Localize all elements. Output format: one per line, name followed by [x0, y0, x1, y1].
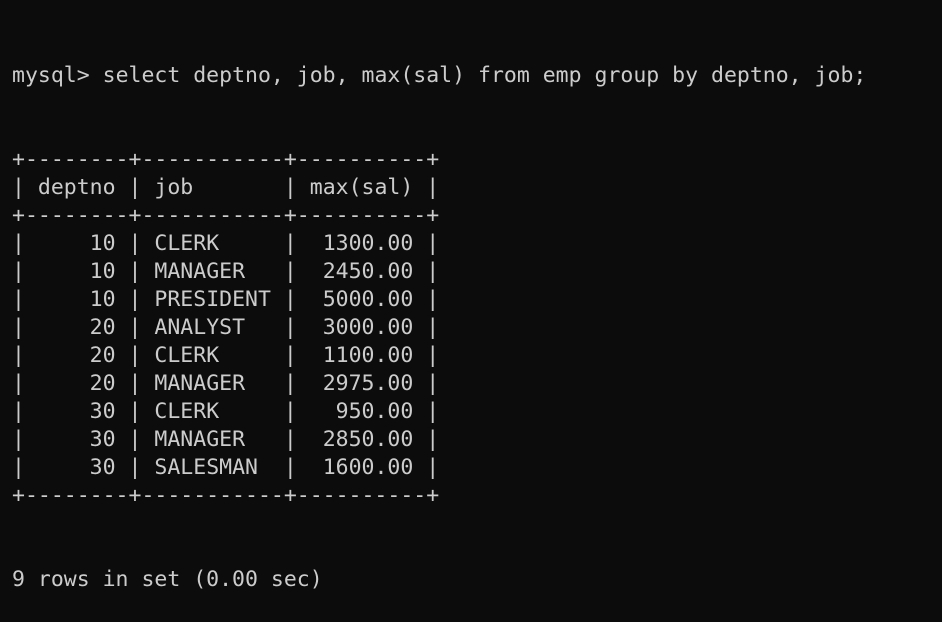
command-line: mysql> select deptno, job, max(sal) from…	[12, 62, 942, 90]
table-cell: 2850.00	[296, 427, 427, 452]
table-cell: CLERK	[141, 399, 284, 424]
terminal-window[interactable]: mysql> select deptno, job, max(sal) from…	[0, 0, 942, 592]
result-summary: 9 rows in set (0.00 sec)	[12, 567, 323, 592]
table-cell: MANAGER	[141, 259, 284, 284]
table-row: | 10 | CLERK | 1300.00 |	[12, 231, 440, 256]
table-cell: 20	[24, 371, 129, 396]
table-cell: ANALYST	[141, 315, 284, 340]
table-cell: MANAGER	[141, 427, 284, 452]
table-row: | 30 | SALESMAN | 1600.00 |	[12, 455, 440, 480]
table-row: | 10 | MANAGER | 2450.00 |	[12, 259, 440, 284]
table-cell: 30	[24, 399, 129, 424]
table-cell: 1600.00	[296, 455, 427, 480]
table-row: | 30 | MANAGER | 2850.00 |	[12, 427, 440, 452]
table-cell: SALESMAN	[141, 455, 284, 480]
column-header: max(sal)	[296, 175, 427, 200]
table-cell: 10	[24, 231, 129, 256]
table-row: | 10 | PRESIDENT | 5000.00 |	[12, 287, 440, 312]
table-border-bottom: +--------+-----------+----------+	[12, 483, 440, 508]
column-header: deptno	[24, 175, 129, 200]
header-row: | deptno | job | max(sal) |	[12, 175, 440, 200]
table-cell: 20	[24, 343, 129, 368]
table-border-top: +--------+-----------+----------+	[12, 147, 440, 172]
table-cell: 950.00	[296, 399, 427, 424]
table-cell: CLERK	[141, 343, 284, 368]
table-cell: 20	[24, 315, 129, 340]
prompt: mysql>	[12, 63, 90, 88]
result-table: +--------+-----------+----------+ | deptn…	[12, 146, 942, 510]
table-cell: MANAGER	[141, 371, 284, 396]
table-cell: 30	[24, 427, 129, 452]
table-cell: 1300.00	[296, 231, 427, 256]
table-row: | 30 | CLERK | 950.00 |	[12, 399, 440, 424]
column-header: job	[141, 175, 284, 200]
table-cell: 3000.00	[296, 315, 427, 340]
table-row: | 20 | CLERK | 1100.00 |	[12, 343, 440, 368]
table-cell: 1100.00	[296, 343, 427, 368]
table-row: | 20 | MANAGER | 2975.00 |	[12, 371, 440, 396]
table-cell: 10	[24, 287, 129, 312]
sql-command: select deptno, job, max(sal) from emp gr…	[102, 63, 867, 88]
table-cell: 10	[24, 259, 129, 284]
table-cell: 30	[24, 455, 129, 480]
table-cell: PRESIDENT	[141, 287, 284, 312]
table-row: | 20 | ANALYST | 3000.00 |	[12, 315, 440, 340]
table-cell: 2450.00	[296, 259, 427, 284]
table-cell: CLERK	[141, 231, 284, 256]
table-cell: 2975.00	[296, 371, 427, 396]
table-cell: 5000.00	[296, 287, 427, 312]
table-border-header: +--------+-----------+----------+	[12, 203, 440, 228]
